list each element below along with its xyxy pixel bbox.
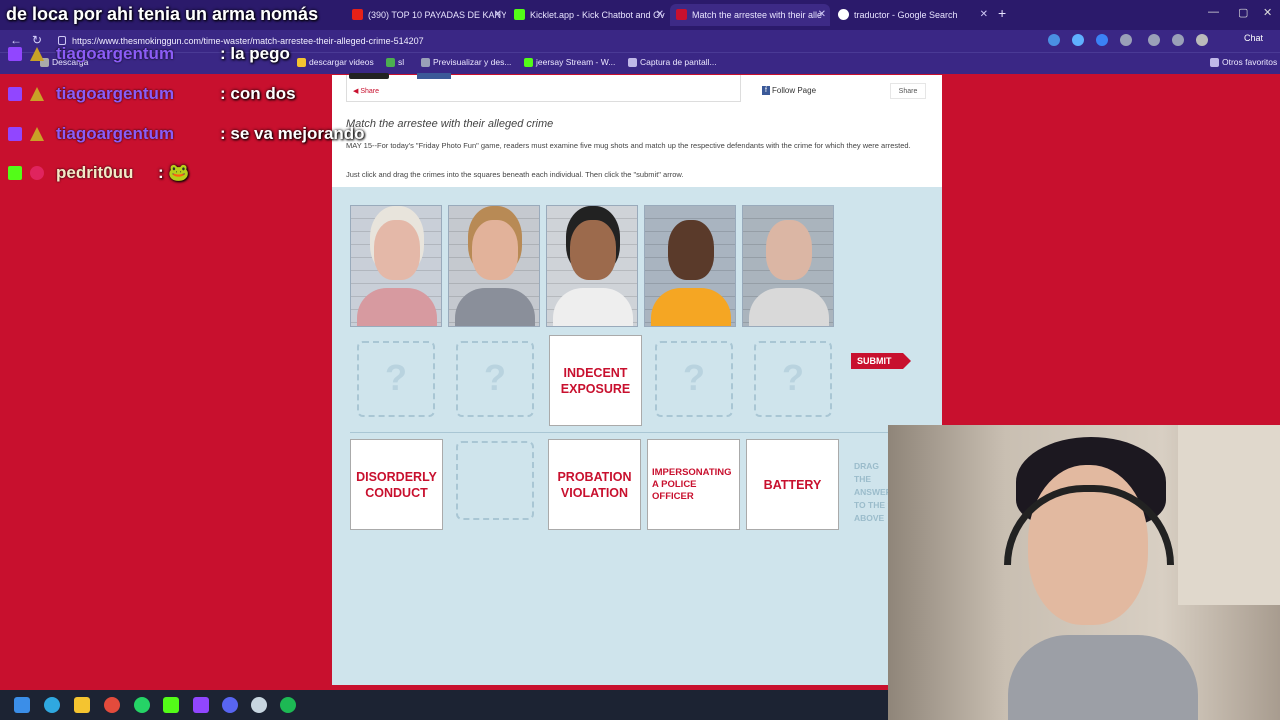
crime-card-impersonating-officer[interactable]: IMPERSONATING A POLICE OFFICER xyxy=(647,439,740,530)
article-header: ◀ Share Follow Page Share Match the arre… xyxy=(332,73,942,187)
folder-icon xyxy=(1210,58,1219,67)
drop-zone-5[interactable]: ? xyxy=(754,341,832,417)
drop-zone-1[interactable]: ? xyxy=(357,341,435,417)
scissors-icon xyxy=(628,58,637,67)
youtube-favicon-icon xyxy=(352,9,363,20)
bookmark-item[interactable]: Previsualizar y des... xyxy=(421,57,511,67)
file-explorer-icon[interactable] xyxy=(74,697,90,713)
crime-card-battery[interactable]: BATTERY xyxy=(746,439,839,530)
bookmark-icon xyxy=(386,58,395,67)
kick-icon xyxy=(524,58,533,67)
folder-icon xyxy=(297,58,306,67)
extension-icon[interactable] xyxy=(1072,34,1084,46)
windows-start-icon[interactable] xyxy=(14,697,30,713)
discord-icon[interactable] xyxy=(222,697,238,713)
twitch-badge-icon xyxy=(8,87,22,101)
bookmark-item[interactable]: sl xyxy=(386,57,404,67)
bookmark-item[interactable]: descargar videos xyxy=(297,57,374,67)
mugshot-1 xyxy=(350,205,442,327)
close-tab-icon[interactable]: ✕ xyxy=(656,4,664,26)
article-intro: MAY 15--For today's "Friday Photo Fun" g… xyxy=(346,141,911,150)
twitch-badge-icon xyxy=(8,47,22,61)
copilot-button[interactable]: Chat xyxy=(1244,33,1263,43)
share-button[interactable]: Share xyxy=(890,83,926,99)
social-widget xyxy=(349,73,389,79)
kick-badge-icon xyxy=(8,166,22,180)
taskbar xyxy=(0,690,888,720)
article-instructions: Just click and drag the crimes into the … xyxy=(346,170,684,179)
steam-icon[interactable] xyxy=(251,697,267,713)
bookmark-item[interactable]: Captura de pantall... xyxy=(628,57,717,67)
subscriber-badge-icon xyxy=(30,87,44,101)
drop-zone-2[interactable]: ? xyxy=(456,341,534,417)
kick-icon[interactable] xyxy=(163,697,179,713)
facebook-like-widget[interactable] xyxy=(417,73,451,79)
favorites-icon[interactable] xyxy=(1172,34,1184,46)
kicklet-favicon-icon xyxy=(514,9,525,20)
new-tab-icon[interactable]: + xyxy=(998,5,1006,21)
mugshot-4 xyxy=(644,205,736,327)
share-bar: ◀ Share xyxy=(346,73,741,102)
extension-icon[interactable] xyxy=(1120,34,1132,46)
tab-smoking-gun[interactable]: Match the arrestee with their alle ✕ xyxy=(670,4,830,26)
app-icon[interactable] xyxy=(104,697,120,713)
extension-icon[interactable] xyxy=(1048,34,1060,46)
close-tab-icon[interactable]: ✕ xyxy=(494,4,502,26)
bookmark-icon xyxy=(421,58,430,67)
bookmarks-bar: Descarga descargar videos sl Previsualiz… xyxy=(0,52,1280,74)
mugshot-5 xyxy=(742,205,834,327)
smoking-gun-favicon-icon xyxy=(676,9,687,20)
share-link[interactable]: ◀ Share xyxy=(353,87,379,95)
tab-kicklet[interactable]: Kicklet.app - Kick Chatbot and Ov ✕ xyxy=(508,4,668,26)
mugshot-2 xyxy=(448,205,540,327)
crime-card-disorderly-conduct[interactable]: DISORDERLY CONDUCT xyxy=(350,439,443,530)
extension-icon[interactable] xyxy=(1096,34,1108,46)
close-tab-icon[interactable]: ✕ xyxy=(980,4,988,26)
minimize-icon[interactable]: — xyxy=(1208,6,1219,18)
heart-badge-icon xyxy=(30,166,44,180)
google-favicon-icon xyxy=(838,9,849,20)
extensions-icon[interactable] xyxy=(1148,34,1160,46)
subscriber-badge-icon xyxy=(30,127,44,141)
article-title: Match the arrestee with their alleged cr… xyxy=(346,118,554,130)
refresh-icon[interactable]: ↻ xyxy=(32,33,42,47)
crime-card-probation-violation[interactable]: PROBATION VIOLATION xyxy=(548,439,641,530)
url-field[interactable]: https://www.thesmokinggun.com/time-waste… xyxy=(56,33,956,49)
drop-zone-4[interactable]: ? xyxy=(655,341,733,417)
other-favorites[interactable]: Otros favoritos xyxy=(1210,57,1277,67)
empty-crime-slot xyxy=(456,441,534,520)
divider xyxy=(350,432,930,433)
submit-button[interactable]: SUBMIT xyxy=(851,353,911,369)
bookmark-item[interactable]: jeersay Stream - W... xyxy=(524,57,615,67)
back-icon[interactable]: ← xyxy=(10,33,22,47)
tab-google[interactable]: traductor - Google Search ✕ xyxy=(832,4,992,26)
twitch-badge-icon xyxy=(8,127,22,141)
spotify-icon[interactable] xyxy=(280,697,296,713)
edge-icon[interactable] xyxy=(44,697,60,713)
close-tab-icon[interactable]: ✕ xyxy=(818,4,826,26)
profile-avatar-icon[interactable] xyxy=(1196,34,1208,46)
address-bar: ← ↻ https://www.thesmokinggun.com/time-w… xyxy=(0,30,1280,52)
tab-youtube[interactable]: (390) TOP 10 PAYADAS DE KANYE ✕ xyxy=(346,4,506,26)
stream-banner: de loca por ahi tenia un arma nomás xyxy=(6,4,319,24)
article-page: ◀ Share Follow Page Share Match the arre… xyxy=(332,73,942,685)
mugshot-3 xyxy=(546,205,638,327)
maximize-icon[interactable]: ▢ xyxy=(1238,6,1248,19)
close-window-icon[interactable]: ✕ xyxy=(1263,6,1272,19)
placed-crime-card[interactable]: INDECENT EXPOSURE xyxy=(549,335,642,426)
twitch-icon[interactable] xyxy=(193,697,209,713)
webcam-feed xyxy=(888,425,1280,720)
follow-page-button[interactable]: Follow Page xyxy=(760,83,850,99)
whatsapp-icon[interactable] xyxy=(134,697,150,713)
